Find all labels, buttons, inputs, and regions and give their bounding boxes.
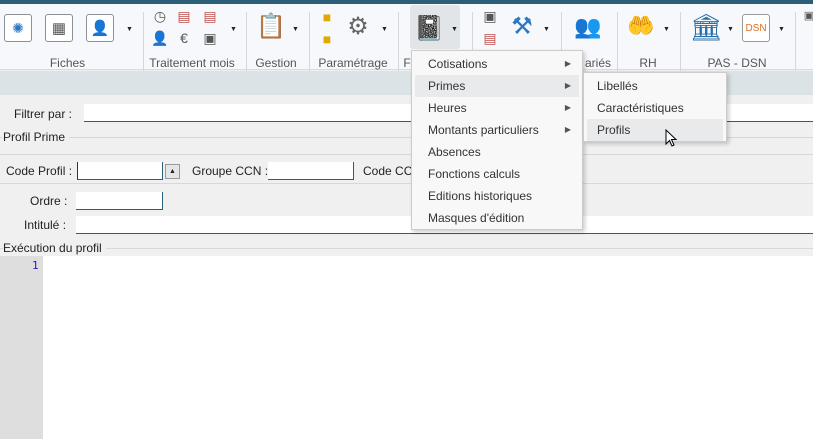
separator [246,12,247,72]
checklist-edit-icon[interactable]: 📋 [256,10,286,42]
ribbon: ✺ ▦ 👤 ▼ Fiches ◷ ▤ ▤ 👤 € ▣ ▼ Traitement … [0,4,813,72]
group-label-fiches: Fiches [49,56,86,70]
filter-label: Filtrer par : [14,107,73,121]
calendar-edit-icon[interactable]: ▤ [176,8,192,24]
section-profil-prime: Profil Prime [3,130,70,144]
hr-hand-user-icon[interactable]: 🤲 [626,10,656,42]
submenu-item-libelles[interactable]: Libellés [587,75,723,97]
chevron-down-icon[interactable]: ▼ [230,26,237,33]
dropdown-menu: Cotisations ▶ Primes ▶ Heures ▶ Montants pa… [411,50,583,230]
menu-item-label: Montants particuliers [428,123,539,137]
menu-item-label: Cotisations [428,57,488,71]
ordre-label: Ordre : [30,194,68,208]
groupe-ccn-input[interactable] [268,162,354,180]
chevron-down-icon[interactable]: ▼ [451,26,458,33]
folder-view-icon[interactable]: ■ [319,9,335,25]
ordre-input[interactable] [76,192,163,210]
menu-item-montants-particuliers[interactable]: Montants particuliers ▶ [415,119,579,141]
lookup-button[interactable]: ▲ [165,164,180,179]
book-add-icon[interactable]: 📓 [414,12,444,44]
submenu-arrow-icon: ▶ [564,125,571,134]
submenu-item-profils[interactable]: Profils [587,119,723,141]
group-label-pas-dsn: PAS - DSN [707,56,767,70]
tools-icon[interactable]: ⚒ [506,10,538,42]
group-label-traitement-mois: Traitement mois [149,56,235,70]
intitule-label: Intitulé : [24,218,67,232]
submenu-primes: Libellés Caractéristiques Profils [583,72,727,142]
code-profil-label: Code Profil : [6,164,73,178]
bank-icon[interactable]: 🏛 [688,10,724,44]
separator [617,12,618,72]
document-view-icon[interactable]: ▣ [202,30,218,46]
chevron-down-icon[interactable]: ▼ [778,26,785,33]
menu-item-primes[interactable]: Primes ▶ [415,75,579,97]
mouse-cursor-icon [665,129,678,147]
group-label-gestion: Gestion [255,56,297,70]
menu-item-fonctions-calculs[interactable]: Fonctions calculs [415,163,579,185]
company-building-icon[interactable]: ▦ [45,14,73,42]
dsn-icon[interactable]: DSN [742,14,770,42]
code-editor[interactable] [43,256,813,439]
employee-icon[interactable]: 👤 [86,14,114,42]
separator [309,12,310,72]
chevron-down-icon[interactable]: ▼ [381,26,388,33]
line-number: 1 [32,259,39,272]
section-execution-profil: Exécution du profil [3,241,106,255]
user-edit-icon[interactable]: 👤 [151,30,168,46]
menu-item-editions-historiques[interactable]: Editions historiques [415,185,579,207]
menu-item-masques-edition[interactable]: Masques d'édition [415,207,579,229]
euro-edit-icon[interactable]: € [176,30,192,46]
partial-icon[interactable]: ▣ [803,8,813,22]
group-label-salaries: ariés [584,56,611,70]
menu-item-label: Primes [428,79,466,93]
calendar-check-icon[interactable]: ▤ [202,8,218,24]
employees-group-icon[interactable]: 👥 [573,12,603,42]
groupe-ccn-label: Groupe CCN : [192,164,269,178]
menu-item-absences[interactable]: Absences [415,141,579,163]
group-label-parametrage: Paramétrage [318,56,388,70]
submenu-arrow-icon: ▶ [564,81,571,90]
folder-percent-icon[interactable]: ■ [319,31,335,47]
separator [143,12,144,72]
submenu-arrow-icon: ▶ [564,59,571,68]
chevron-down-icon[interactable]: ▼ [663,26,670,33]
chevron-down-icon[interactable]: ▼ [543,26,550,33]
menu-item-cotisations[interactable]: Cotisations ▶ [415,53,579,75]
submenu-arrow-icon: ▶ [564,103,571,112]
user-view-icon[interactable]: ▣ [482,8,498,24]
calendar-view-icon[interactable]: ▤ [482,30,498,46]
separator [795,12,796,72]
divider [0,248,813,249]
chevron-down-icon[interactable]: ▼ [292,26,299,33]
separator [680,12,681,72]
menu-item-heures[interactable]: Heures ▶ [415,97,579,119]
code-profil-input[interactable] [77,162,163,180]
org-chart-icon[interactable]: ✺ [4,14,32,42]
chevron-down-icon[interactable]: ▼ [126,26,133,33]
chevron-down-icon[interactable]: ▼ [727,26,734,33]
menu-item-label: Heures [428,101,467,115]
group-label-rh: RH [639,56,657,70]
separator [398,12,399,72]
clock-icon[interactable]: ◷ [152,8,168,24]
editor-gutter [0,256,43,439]
submenu-item-caracteristiques[interactable]: Caractéristiques [587,97,723,119]
settings-gear-icon[interactable]: ⚙ [344,12,372,40]
